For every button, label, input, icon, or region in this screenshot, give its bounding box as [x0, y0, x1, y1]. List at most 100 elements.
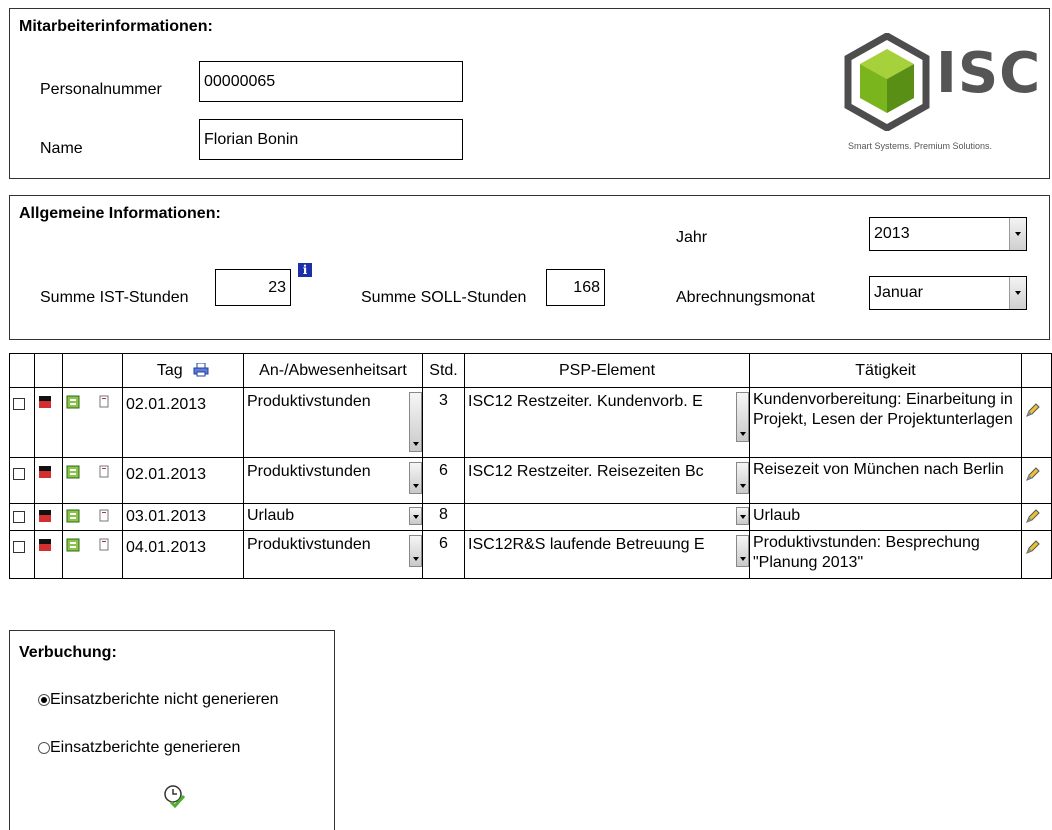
row-psp-cell[interactable]: ISC12 Restzeiter. Reisezeiten Bc	[464, 457, 750, 504]
header-delete	[34, 353, 63, 388]
row-date: 04.01.2013	[122, 530, 244, 579]
radio-option-no-reports[interactable]: Einsatzberichte nicht generieren	[38, 691, 279, 709]
document-icon[interactable]	[98, 509, 110, 523]
row-select-cell[interactable]	[9, 503, 35, 531]
radio-option-generate-reports[interactable]: Einsatzberichte generieren	[38, 739, 240, 757]
copy-row-icon[interactable]	[66, 509, 80, 523]
personal-number-field[interactable]	[199, 61, 463, 102]
row-hours[interactable]: 3	[422, 387, 465, 458]
row-edit-cell[interactable]	[1021, 530, 1052, 579]
row-psp-cell[interactable]: ISC12R&S laufende Betreuung E	[464, 530, 750, 579]
info-icon[interactable]: i	[298, 263, 312, 277]
row-psp-value	[468, 504, 746, 506]
row-activity[interactable]: Produktivstunden: Besprechung "Planung 2…	[749, 530, 1022, 579]
copy-row-icon[interactable]	[66, 395, 80, 409]
table-row: 02.01.2013 Produktivstunden 6 ISC12 Rest…	[9, 457, 1052, 504]
row-hours[interactable]: 6	[422, 530, 465, 579]
row-select-cell[interactable]	[9, 387, 35, 458]
delete-row-icon[interactable]	[38, 395, 52, 409]
chevron-down-icon[interactable]	[1009, 218, 1026, 250]
radio-no-reports-label: Einsatzberichte nicht generieren	[50, 691, 279, 708]
row-activity[interactable]: Reisezeit von München nach Berlin	[749, 457, 1022, 504]
chevron-down-icon[interactable]	[1009, 277, 1026, 309]
general-info-title: Allgemeine Informationen:	[19, 205, 221, 222]
row-checkbox[interactable]	[13, 468, 25, 480]
general-info-panel: Allgemeine Informationen: Summe IST-Stun…	[9, 195, 1050, 340]
row-date: 03.01.2013	[122, 503, 244, 531]
ist-hours-field[interactable]	[215, 269, 291, 306]
chevron-down-icon[interactable]	[409, 462, 422, 494]
clock-check-icon[interactable]	[163, 784, 185, 808]
row-type-value: Produktivstunden	[247, 536, 371, 553]
row-select-cell[interactable]	[9, 457, 35, 504]
chevron-down-icon[interactable]	[409, 392, 422, 452]
document-icon[interactable]	[98, 538, 110, 552]
edit-pencil-icon[interactable]	[1025, 539, 1041, 555]
time-entries-table: Tag An-/Abwesenheitsart Std. PSP-Element…	[9, 353, 1052, 579]
row-activity[interactable]: Urlaub	[749, 503, 1022, 531]
row-date: 02.01.2013	[122, 457, 244, 504]
booking-title: Verbuchung:	[19, 644, 117, 661]
table-row: 03.01.2013 Urlaub 8 Urlaub	[9, 503, 1052, 531]
radio-generate-reports[interactable]	[38, 742, 50, 754]
name-field[interactable]	[199, 119, 463, 160]
row-psp-value: ISC12 Restzeiter. Kundenvorb. E	[468, 393, 703, 410]
row-edit-cell[interactable]	[1021, 387, 1052, 458]
print-icon[interactable]	[193, 363, 209, 377]
row-type-cell[interactable]: Produktivstunden	[243, 457, 423, 504]
row-type-cell[interactable]: Produktivstunden	[243, 530, 423, 579]
chevron-down-icon[interactable]	[409, 535, 422, 567]
header-select	[9, 353, 35, 388]
row-type-cell[interactable]: Produktivstunden	[243, 387, 423, 458]
month-select[interactable]: Januar	[869, 276, 1027, 310]
table-row: 02.01.2013 Produktivstunden 3 ISC12 Rest…	[9, 387, 1052, 458]
personal-number-label: Personalnummer	[40, 81, 162, 98]
row-edit-cell[interactable]	[1021, 503, 1052, 531]
row-delete-cell[interactable]	[34, 530, 63, 579]
row-hours[interactable]: 8	[422, 503, 465, 531]
chevron-down-icon[interactable]	[736, 462, 749, 494]
table-header-row: Tag An-/Abwesenheitsart Std. PSP-Element…	[9, 353, 1052, 388]
row-psp-cell[interactable]: ISC12 Restzeiter. Kundenvorb. E	[464, 387, 750, 458]
row-checkbox[interactable]	[13, 511, 25, 523]
copy-row-icon[interactable]	[66, 538, 80, 552]
row-actions-cell	[62, 503, 123, 531]
header-hours: Std.	[422, 353, 465, 388]
row-hours[interactable]: 6	[422, 457, 465, 504]
edit-pencil-icon[interactable]	[1025, 466, 1041, 482]
chevron-down-icon[interactable]	[736, 392, 749, 442]
chevron-down-icon[interactable]	[736, 507, 749, 525]
row-activity[interactable]: Kundenvorbereitung: Einarbeitung in Proj…	[749, 387, 1022, 458]
table-row: 04.01.2013 Produktivstunden 6 ISC12R&S l…	[9, 530, 1052, 579]
row-actions-cell	[62, 457, 123, 504]
row-edit-cell[interactable]	[1021, 457, 1052, 504]
row-type-value: Produktivstunden	[247, 393, 371, 410]
delete-row-icon[interactable]	[38, 465, 52, 479]
isc-cube-icon	[844, 33, 930, 131]
soll-hours-field[interactable]	[546, 269, 605, 306]
delete-row-icon[interactable]	[38, 538, 52, 552]
row-type-value: Urlaub	[247, 507, 295, 524]
radio-no-reports[interactable]	[38, 694, 50, 706]
edit-pencil-icon[interactable]	[1025, 508, 1041, 524]
delete-row-icon[interactable]	[38, 509, 52, 523]
row-select-cell[interactable]	[9, 530, 35, 579]
row-checkbox[interactable]	[13, 398, 25, 410]
ist-hours-label: Summe IST-Stunden	[40, 289, 189, 306]
row-psp-cell[interactable]	[464, 503, 750, 531]
row-delete-cell[interactable]	[34, 503, 63, 531]
chevron-down-icon[interactable]	[409, 507, 422, 525]
document-icon[interactable]	[98, 395, 110, 409]
row-delete-cell[interactable]	[34, 457, 63, 504]
year-select[interactable]: 2013	[869, 217, 1027, 251]
edit-pencil-icon[interactable]	[1025, 402, 1041, 418]
isc-logo: ISC Smart Systems. Premium Solutions.	[840, 33, 1040, 153]
row-checkbox[interactable]	[13, 541, 25, 553]
chevron-down-icon[interactable]	[736, 535, 749, 567]
document-icon[interactable]	[98, 465, 110, 479]
copy-row-icon[interactable]	[66, 465, 80, 479]
header-tag[interactable]: Tag	[122, 353, 244, 388]
row-type-cell[interactable]: Urlaub	[243, 503, 423, 531]
header-actions	[62, 353, 123, 388]
row-delete-cell[interactable]	[34, 387, 63, 458]
